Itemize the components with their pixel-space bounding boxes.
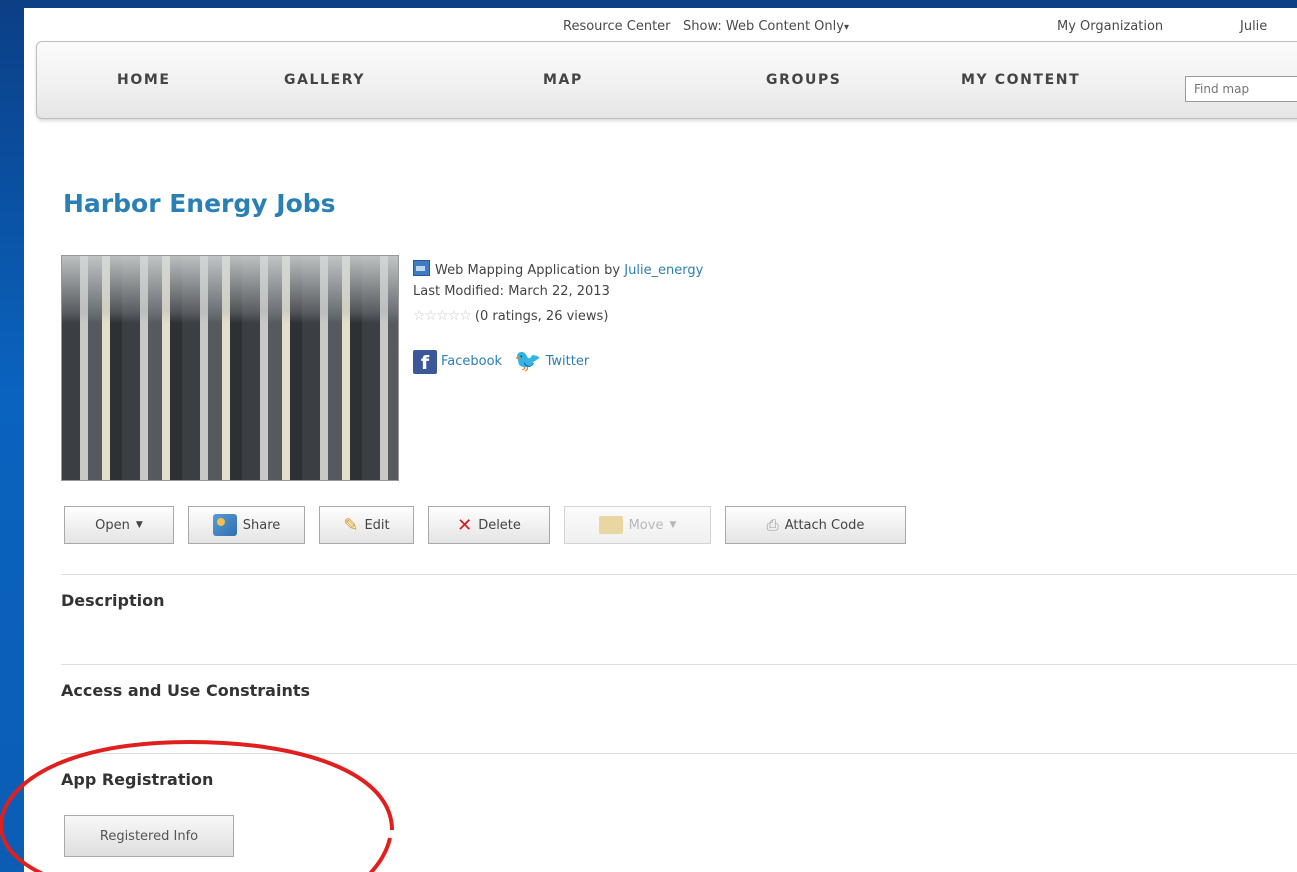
owner-link[interactable]: Julie_energy xyxy=(624,263,703,278)
share-button[interactable]: Share xyxy=(188,506,305,544)
top-bar: Resource Center Show: Web Content Only▾ … xyxy=(24,8,1297,42)
app-registration-heading: App Registration xyxy=(61,770,214,789)
x-icon: ✕ xyxy=(457,514,473,536)
share-button-label: Share xyxy=(242,517,281,533)
item-type-label: Web Mapping Application by xyxy=(435,263,621,278)
social-links: f Facebook 🐦 Twitter xyxy=(413,349,589,374)
main-nav: HOME GALLERY MAP GROUPS MY CONTENT xyxy=(36,41,1297,119)
rating-line: ☆☆☆☆☆ (0 ratings, 26 views) xyxy=(413,308,608,324)
last-modified: Last Modified: March 22, 2013 xyxy=(413,284,610,299)
access-constraints-heading: Access and Use Constraints xyxy=(61,681,310,700)
delete-button-label: Delete xyxy=(478,517,521,533)
edit-button[interactable]: ✎ Edit xyxy=(319,506,414,544)
paperclip-icon: ⎙ xyxy=(766,516,779,534)
open-button-label: Open xyxy=(95,517,130,533)
move-button[interactable]: Move ▼ xyxy=(564,506,711,544)
nav-my-content[interactable]: MY CONTENT xyxy=(961,72,1080,88)
nav-home[interactable]: HOME xyxy=(117,72,171,88)
open-button[interactable]: Open ▼ xyxy=(64,506,174,544)
delete-button[interactable]: ✕ Delete xyxy=(428,506,550,544)
show-filter-dropdown[interactable]: Show: Web Content Only▾ xyxy=(683,19,849,34)
item-thumbnail[interactable] xyxy=(61,255,399,481)
divider xyxy=(61,753,1297,754)
my-organization-link[interactable]: My Organization xyxy=(1057,19,1163,34)
resource-center-link[interactable]: Resource Center xyxy=(563,19,671,34)
item-details-page: Resource Center Show: Web Content Only▾ … xyxy=(24,8,1297,872)
twitter-link[interactable]: Twitter xyxy=(546,354,590,369)
pencil-icon: ✎ xyxy=(343,514,359,536)
page-title: Harbor Energy Jobs xyxy=(63,189,336,218)
folder-icon xyxy=(598,516,623,534)
chevron-down-icon: ▼ xyxy=(669,520,677,530)
move-button-label: Move xyxy=(628,517,664,533)
registered-info-button[interactable]: Registered Info xyxy=(64,815,234,857)
facebook-link[interactable]: Facebook xyxy=(441,354,502,369)
edit-button-label: Edit xyxy=(364,517,390,533)
nav-map[interactable]: MAP xyxy=(543,72,583,88)
divider xyxy=(61,664,1297,665)
web-app-icon xyxy=(413,260,430,276)
nav-groups[interactable]: GROUPS xyxy=(766,72,842,88)
facebook-icon[interactable]: f xyxy=(413,349,437,374)
nav-gallery[interactable]: GALLERY xyxy=(284,72,365,88)
rating-count: (0 ratings, 26 views) xyxy=(474,309,609,324)
description-heading: Description xyxy=(61,591,165,610)
twitter-bird-icon[interactable]: 🐦 xyxy=(514,349,541,374)
attach-code-button[interactable]: ⎙ Attach Code xyxy=(725,506,906,544)
attach-code-button-label: Attach Code xyxy=(784,517,865,533)
share-icon xyxy=(212,514,237,536)
user-menu[interactable]: Julie xyxy=(1240,19,1267,34)
chevron-down-icon: ▼ xyxy=(135,520,143,530)
divider xyxy=(61,574,1297,575)
show-filter-label: Show: Web Content Only xyxy=(683,19,844,34)
rating-stars[interactable]: ☆☆☆☆☆ xyxy=(413,308,472,324)
item-type-line: Web Mapping Application by Julie_energy xyxy=(413,260,703,278)
chevron-down-icon: ▾ xyxy=(843,22,849,33)
search-input[interactable] xyxy=(1185,76,1297,102)
